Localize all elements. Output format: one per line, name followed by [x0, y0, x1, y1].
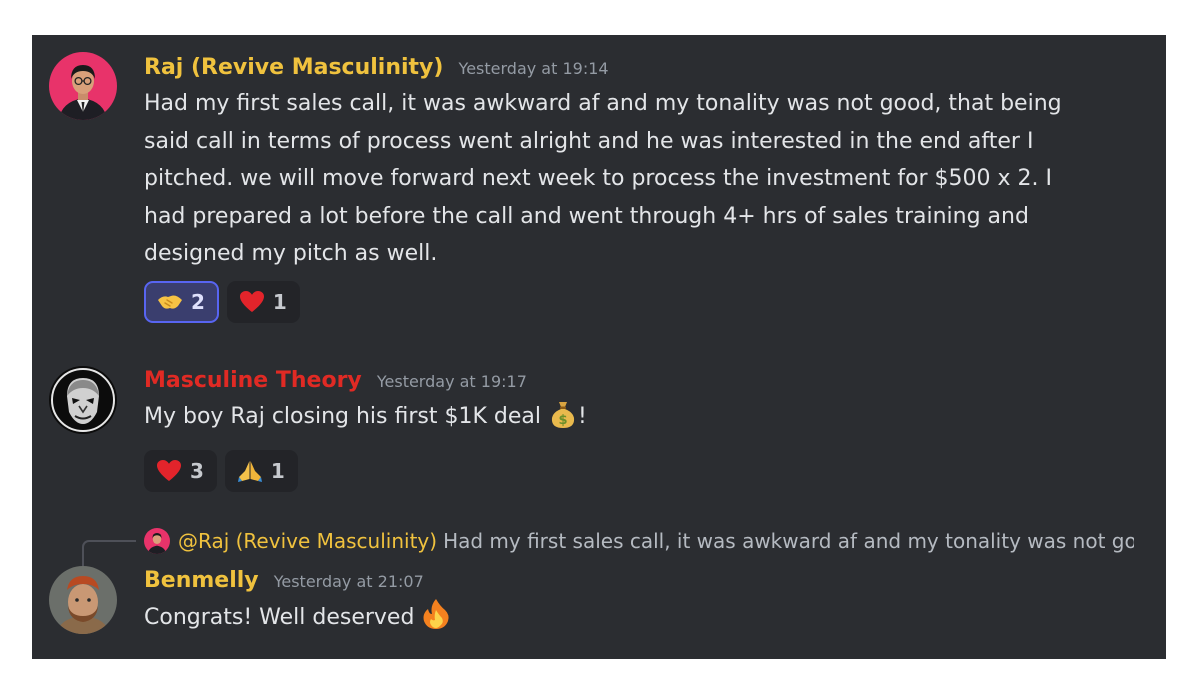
money-bag-icon: $	[548, 399, 578, 442]
reply-excerpt: Had my first sales call, it was awkward …	[443, 529, 1134, 553]
message-timestamp: Yesterday at 19:14	[458, 59, 609, 78]
reaction-count: 2	[191, 289, 205, 314]
message-line: pitched. we will move forward next week …	[144, 166, 1053, 191]
message-line: designed my pitch as well.	[144, 241, 438, 266]
reaction-heart[interactable]: 3	[144, 449, 217, 492]
folded-hands-icon	[237, 460, 262, 482]
avatar-masculine-theory[interactable]	[49, 366, 117, 434]
message-text: Congrats! Well deserved	[144, 598, 1136, 643]
message-timestamp: Yesterday at 19:17	[376, 372, 527, 391]
author-name[interactable]: Masculine Theory	[144, 368, 362, 393]
reaction-heart[interactable]: 1	[226, 280, 300, 323]
reaction-bar: 2 1	[144, 280, 1136, 323]
message-text-content: !	[577, 404, 587, 429]
red-heart-icon	[239, 290, 264, 312]
masculine-theory-avatar-image	[49, 366, 117, 434]
raj-avatar-image	[49, 52, 117, 120]
reaction-count: 3	[190, 458, 204, 483]
reaction-bar: 3 1	[144, 449, 1136, 492]
reaction-handshake[interactable]: 2	[144, 280, 219, 323]
message-text: Had my first sales call, it was awkward …	[144, 85, 1136, 273]
message-text-content: Congrats! Well deserved	[144, 605, 422, 630]
author-name[interactable]: Benmelly	[144, 568, 259, 593]
message-line: said call in terms of process went alrig…	[144, 128, 1034, 154]
reaction-count: 1	[272, 289, 287, 314]
handshake-icon	[158, 295, 182, 309]
reply-connector	[82, 540, 136, 568]
avatar-raj[interactable]	[49, 52, 117, 120]
reaction-folded-hands[interactable]: 1	[224, 449, 298, 492]
message-line: Had my first sales call, it was awkward …	[144, 91, 1062, 116]
fire-icon	[421, 598, 451, 643]
benmelly-avatar-image	[49, 566, 117, 634]
author-name[interactable]: Raj (Revive Masculinity)	[144, 55, 443, 80]
reply-mini-avatar	[144, 528, 170, 554]
reaction-count: 1	[270, 458, 285, 483]
message-text: My boy Raj closing his first $1K deal $ …	[144, 398, 1136, 442]
red-heart-icon	[157, 459, 181, 481]
reply-reference[interactable]: @Raj (Revive Masculinity) Had my first sa…	[144, 526, 1134, 556]
avatar-benmelly[interactable]	[49, 566, 117, 634]
chat-channel: Raj (Revive Masculinity) Yesterday at 19…	[32, 35, 1166, 659]
message-timestamp: Yesterday at 21:07	[273, 572, 424, 591]
reply-mention[interactable]: @Raj (Revive Masculinity)	[178, 529, 437, 553]
message-text-content: My boy Raj closing his first $1K deal	[144, 404, 548, 429]
svg-text:$: $	[558, 413, 567, 428]
message-line: had prepared a lot before the call and w…	[144, 203, 1029, 229]
